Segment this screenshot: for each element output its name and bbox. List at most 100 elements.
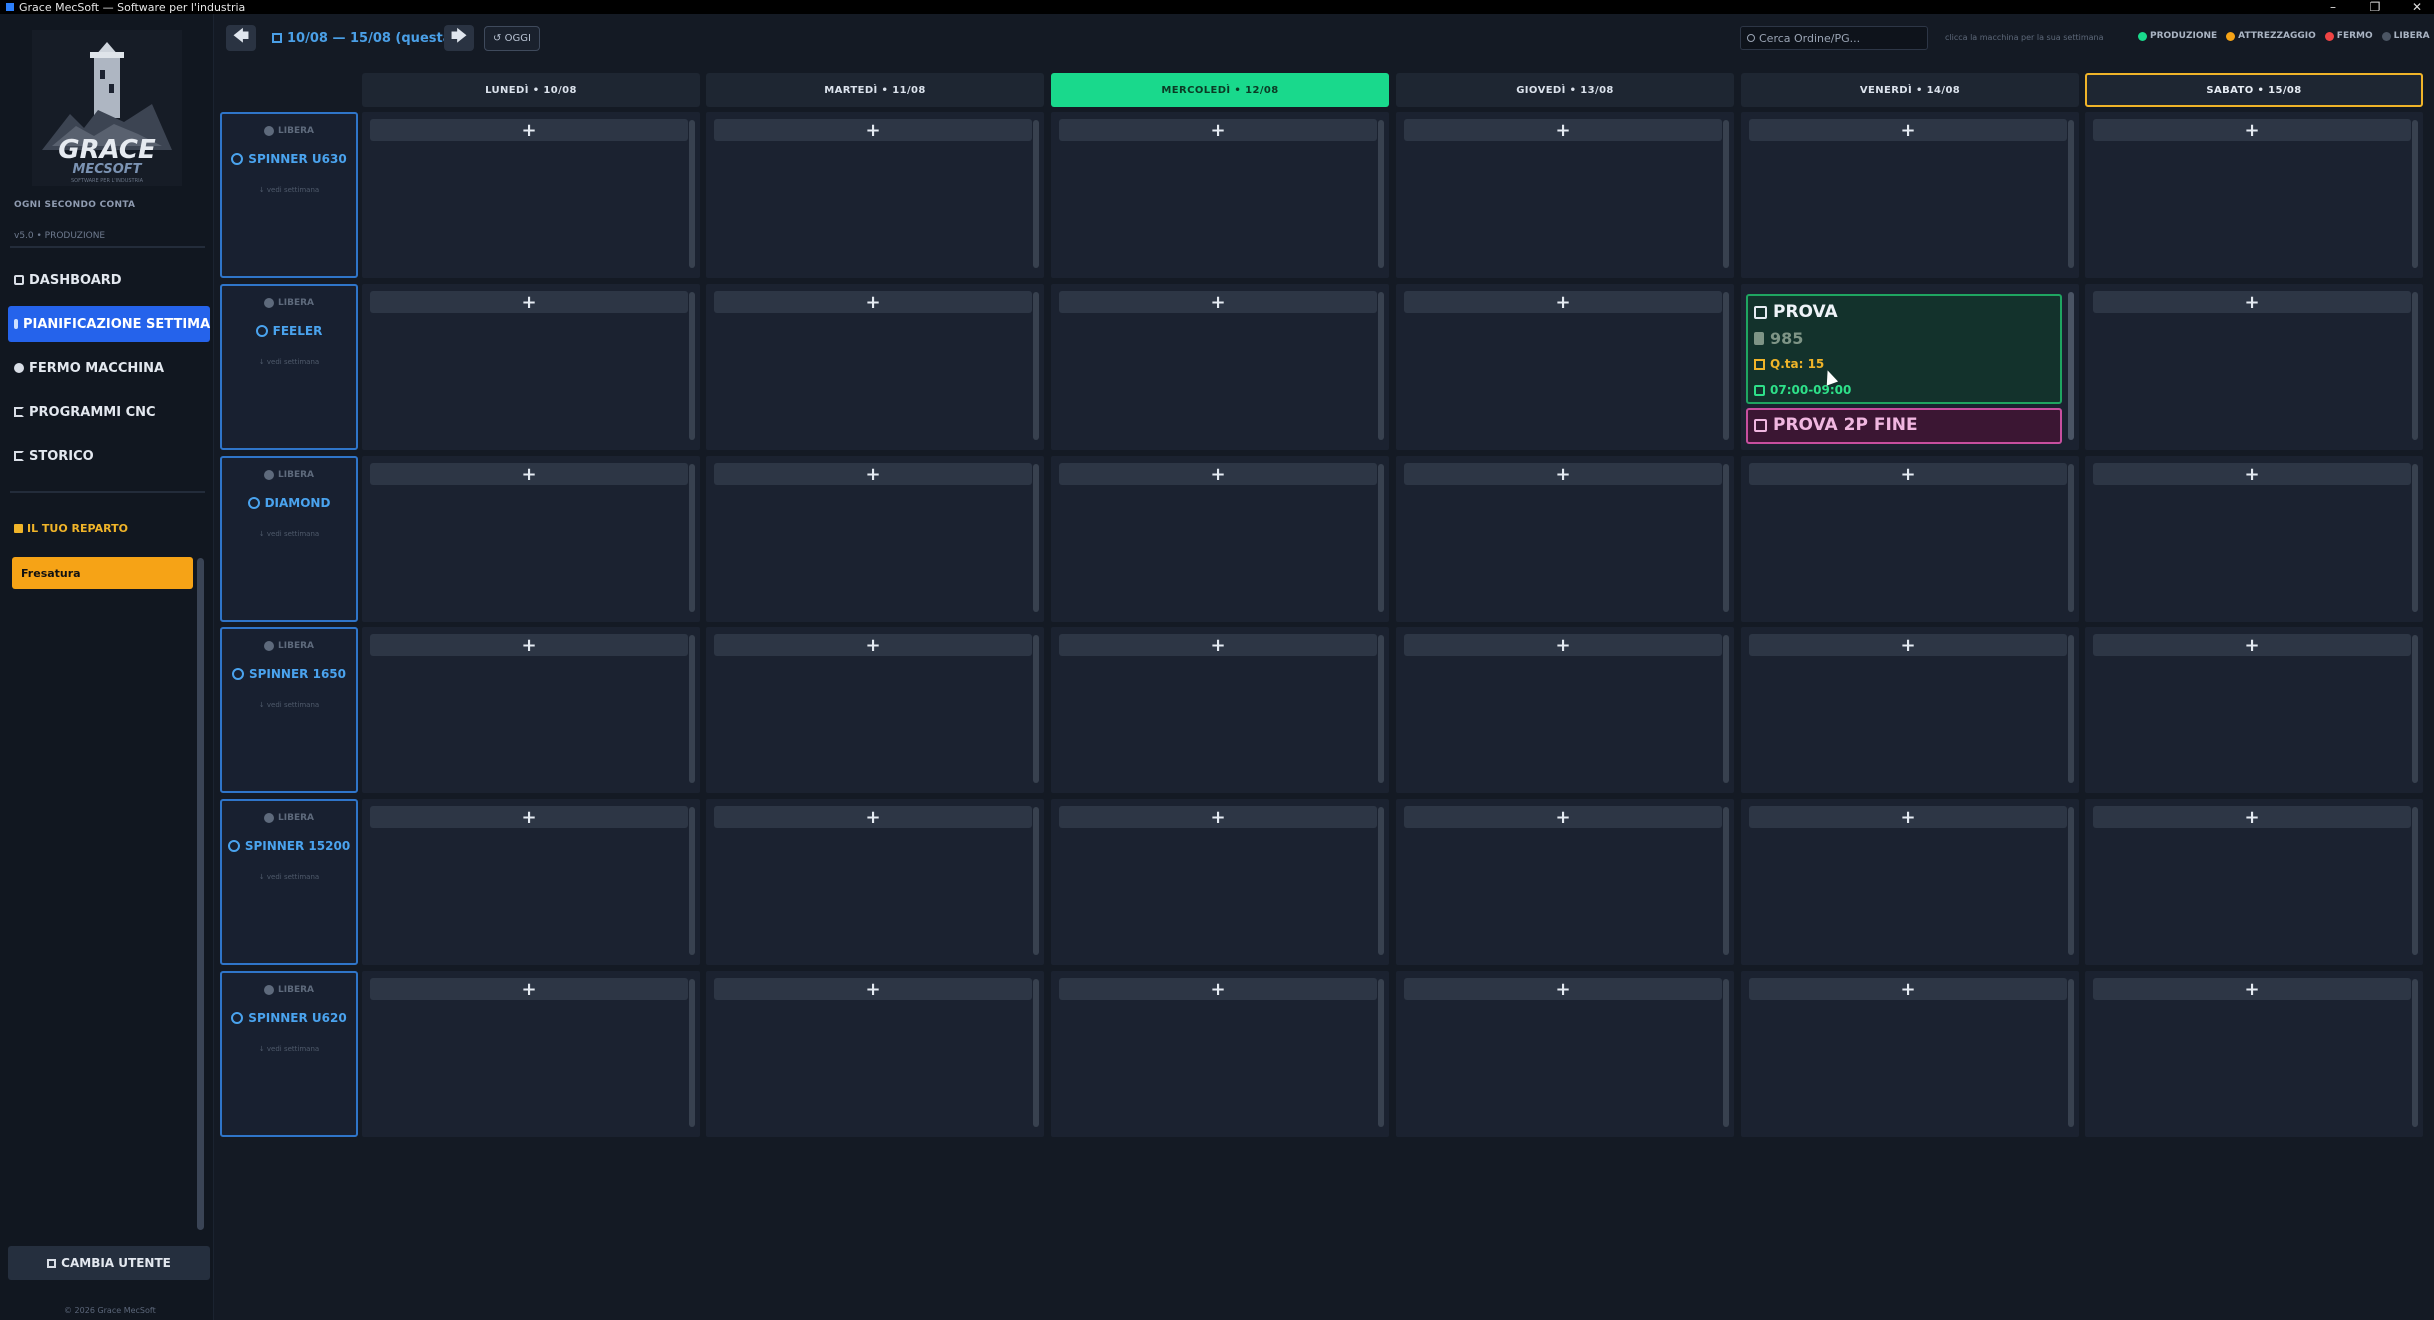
add-job-button[interactable]: + [1749,806,2067,828]
schedule-cell[interactable]: + [1051,456,1389,622]
schedule-cell[interactable]: + [1051,971,1389,1137]
schedule-cell[interactable]: + [1396,799,1734,965]
add-job-button[interactable]: + [714,978,1032,1000]
schedule-cell[interactable]: + [706,112,1044,278]
add-job-button[interactable]: + [370,119,688,141]
cell-scrollbar[interactable] [1378,635,1384,783]
schedule-cell[interactable]: + [1396,284,1734,450]
cell-scrollbar[interactable] [1033,635,1039,783]
nav-cnc-programs[interactable]: PROGRAMMI CNC [8,394,210,430]
schedule-cell[interactable]: + [362,971,700,1137]
add-job-button[interactable]: + [370,634,688,656]
add-job-button[interactable]: + [370,463,688,485]
cell-scrollbar[interactable] [2068,464,2074,612]
prev-week-button[interactable]: 🡄 [226,25,256,51]
add-job-button[interactable]: + [370,806,688,828]
schedule-cell[interactable]: + [1741,456,2079,622]
add-job-button[interactable]: + [1059,291,1377,313]
cell-scrollbar[interactable] [2412,979,2418,1127]
schedule-cell[interactable]: + [362,799,700,965]
add-job-button[interactable]: + [1059,119,1377,141]
cell-scrollbar[interactable] [2068,292,2074,440]
cell-scrollbar[interactable] [1723,807,1729,955]
schedule-cell[interactable]: + [706,284,1044,450]
add-job-button[interactable]: + [714,119,1032,141]
add-job-button[interactable]: + [1404,978,1722,1000]
add-job-button[interactable]: + [1749,634,2067,656]
add-job-button[interactable]: + [370,978,688,1000]
schedule-cell[interactable]: + [1051,284,1389,450]
add-job-button[interactable]: + [1404,463,1722,485]
cell-scrollbar[interactable] [2068,120,2074,268]
schedule-cell[interactable]: + [2085,284,2423,450]
schedule-cell[interactable]: + [1741,627,2079,793]
schedule-cell[interactable]: + [706,456,1044,622]
schedule-cell[interactable]: + [706,799,1044,965]
cell-scrollbar[interactable] [2412,635,2418,783]
cell-scrollbar[interactable] [1723,292,1729,440]
schedule-cell[interactable]: + [362,456,700,622]
maximize-button[interactable]: ❐ [2368,0,2382,14]
schedule-cell[interactable]: + [1396,627,1734,793]
schedule-cell[interactable]: + [1051,112,1389,278]
cell-scrollbar[interactable] [1723,635,1729,783]
job-card-setup[interactable]: PROVA 2P FINE [1746,408,2062,444]
cell-scrollbar[interactable] [1378,120,1384,268]
cell-scrollbar[interactable] [2068,807,2074,955]
add-job-button[interactable]: + [1059,463,1377,485]
add-job-button[interactable]: + [1404,291,1722,313]
change-user-button[interactable]: CAMBIA UTENTE [8,1246,210,1280]
add-job-button[interactable]: + [2093,806,2411,828]
schedule-cell[interactable]: + [706,627,1044,793]
nav-dashboard[interactable]: DASHBOARD [8,262,210,298]
add-job-button[interactable]: + [2093,463,2411,485]
cell-scrollbar[interactable] [2412,292,2418,440]
schedule-cell[interactable]: + [2085,112,2423,278]
department-chip[interactable]: Fresatura [12,557,193,589]
cell-scrollbar[interactable] [1033,292,1039,440]
cell-scrollbar[interactable] [689,635,695,783]
sidebar-scrollbar[interactable] [197,558,204,1230]
schedule-cell[interactable]: + [362,284,700,450]
cell-scrollbar[interactable] [1723,120,1729,268]
cell-scrollbar[interactable] [1033,979,1039,1127]
schedule-cell[interactable]: + [1741,799,2079,965]
machine-card[interactable]: LIBERA FEELER ↓ vedi settimana [220,284,358,450]
cell-scrollbar[interactable] [1378,292,1384,440]
add-job-button[interactable]: + [1749,463,2067,485]
schedule-cell[interactable]: + [2085,971,2423,1137]
cell-scrollbar[interactable] [1033,807,1039,955]
schedule-cell[interactable]: + [362,627,700,793]
add-job-button[interactable]: + [1059,806,1377,828]
schedule-cell[interactable]: PROVA 985 Q.ta: 15 07:00-09:00 PROVA 2P … [1741,284,2079,450]
add-job-button[interactable]: + [1059,634,1377,656]
add-job-button[interactable]: + [2093,978,2411,1000]
cell-scrollbar[interactable] [1378,464,1384,612]
close-button[interactable]: ✕ [2410,0,2424,14]
add-job-button[interactable]: + [714,291,1032,313]
schedule-cell[interactable]: + [1741,971,2079,1137]
schedule-cell[interactable]: + [2085,799,2423,965]
cell-scrollbar[interactable] [689,292,695,440]
schedule-cell[interactable]: + [1396,112,1734,278]
schedule-cell[interactable]: + [1396,971,1734,1137]
cell-scrollbar[interactable] [1378,979,1384,1127]
add-job-button[interactable]: + [1404,634,1722,656]
machine-card[interactable]: LIBERA SPINNER 15200 ↓ vedi settimana [220,799,358,965]
cell-scrollbar[interactable] [1033,120,1039,268]
add-job-button[interactable]: + [1059,978,1377,1000]
machine-card[interactable]: LIBERA DIAMOND ↓ vedi settimana [220,456,358,622]
cell-scrollbar[interactable] [2412,807,2418,955]
cell-scrollbar[interactable] [1378,807,1384,955]
cell-scrollbar[interactable] [2068,979,2074,1127]
schedule-cell[interactable]: + [1051,799,1389,965]
job-card-production[interactable]: PROVA 985 Q.ta: 15 07:00-09:00 [1746,294,2062,404]
cell-scrollbar[interactable] [1723,464,1729,612]
add-job-button[interactable]: + [370,291,688,313]
add-job-button[interactable]: + [2093,119,2411,141]
schedule-cell[interactable]: + [1741,112,2079,278]
add-job-button[interactable]: + [714,806,1032,828]
add-job-button[interactable]: + [2093,634,2411,656]
nav-machine-stop[interactable]: FERMO MACCHINA [8,350,210,386]
cell-scrollbar[interactable] [689,807,695,955]
